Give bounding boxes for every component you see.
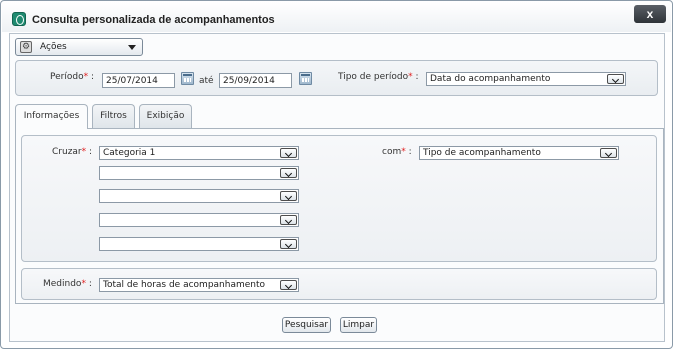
period-label: Período* : <box>50 72 94 82</box>
with-select[interactable]: Tipo de acompanhamento <box>419 146 619 160</box>
calendar-icon[interactable] <box>299 72 312 85</box>
clear-button[interactable]: Limpar <box>340 317 377 333</box>
measure-select[interactable]: Total de horas de acompanhamento <box>99 278 299 292</box>
app-logo-icon <box>12 12 26 26</box>
chevron-down-icon <box>280 215 297 225</box>
close-button[interactable]: x <box>634 5 666 23</box>
period-between-label: até <box>199 76 214 86</box>
chevron-down-icon <box>280 239 297 249</box>
period-type-label: Tipo de período* : <box>338 72 419 82</box>
measure-label: Medindo* : <box>43 279 92 289</box>
period-type-select[interactable]: Data do acompanhamento <box>426 72 626 86</box>
period-start-input[interactable]: 25/07/2014 <box>102 73 175 88</box>
cross-label: Cruzar* : <box>52 147 93 157</box>
tab-filtros[interactable]: Filtros <box>92 104 135 128</box>
calendar-icon[interactable] <box>181 72 194 85</box>
cross-select-3[interactable] <box>99 189 299 203</box>
chevron-down-icon <box>280 191 297 201</box>
with-label: com* : <box>382 147 412 157</box>
window-title: Consulta personalizada de acompanhamento… <box>32 14 275 26</box>
cross-select-5[interactable] <box>99 237 299 251</box>
actions-label: Ações <box>40 42 67 52</box>
chevron-down-icon <box>280 168 297 178</box>
caret-down-icon <box>128 45 136 50</box>
chevron-down-icon <box>607 74 624 84</box>
period-end-input[interactable]: 25/09/2014 <box>219 73 292 88</box>
cross-select-2[interactable] <box>99 166 299 180</box>
cross-select-1[interactable]: Categoria 1 <box>99 146 299 160</box>
tab-exibicao[interactable]: Exibição <box>139 104 192 128</box>
search-button[interactable]: Pesquisar <box>282 317 331 333</box>
title-bar: Consulta personalizada de acompanhamento… <box>2 2 671 32</box>
cross-select-4[interactable] <box>99 213 299 227</box>
chevron-down-icon <box>280 280 297 290</box>
chevron-down-icon <box>600 148 617 158</box>
gear-icon: ⚙ <box>20 41 32 53</box>
actions-dropdown[interactable]: ⚙ Ações <box>15 38 143 56</box>
dialog-window: Consulta personalizada de acompanhamento… <box>0 0 673 349</box>
chevron-down-icon <box>280 148 297 158</box>
tab-informacoes[interactable]: Informações <box>15 104 88 129</box>
